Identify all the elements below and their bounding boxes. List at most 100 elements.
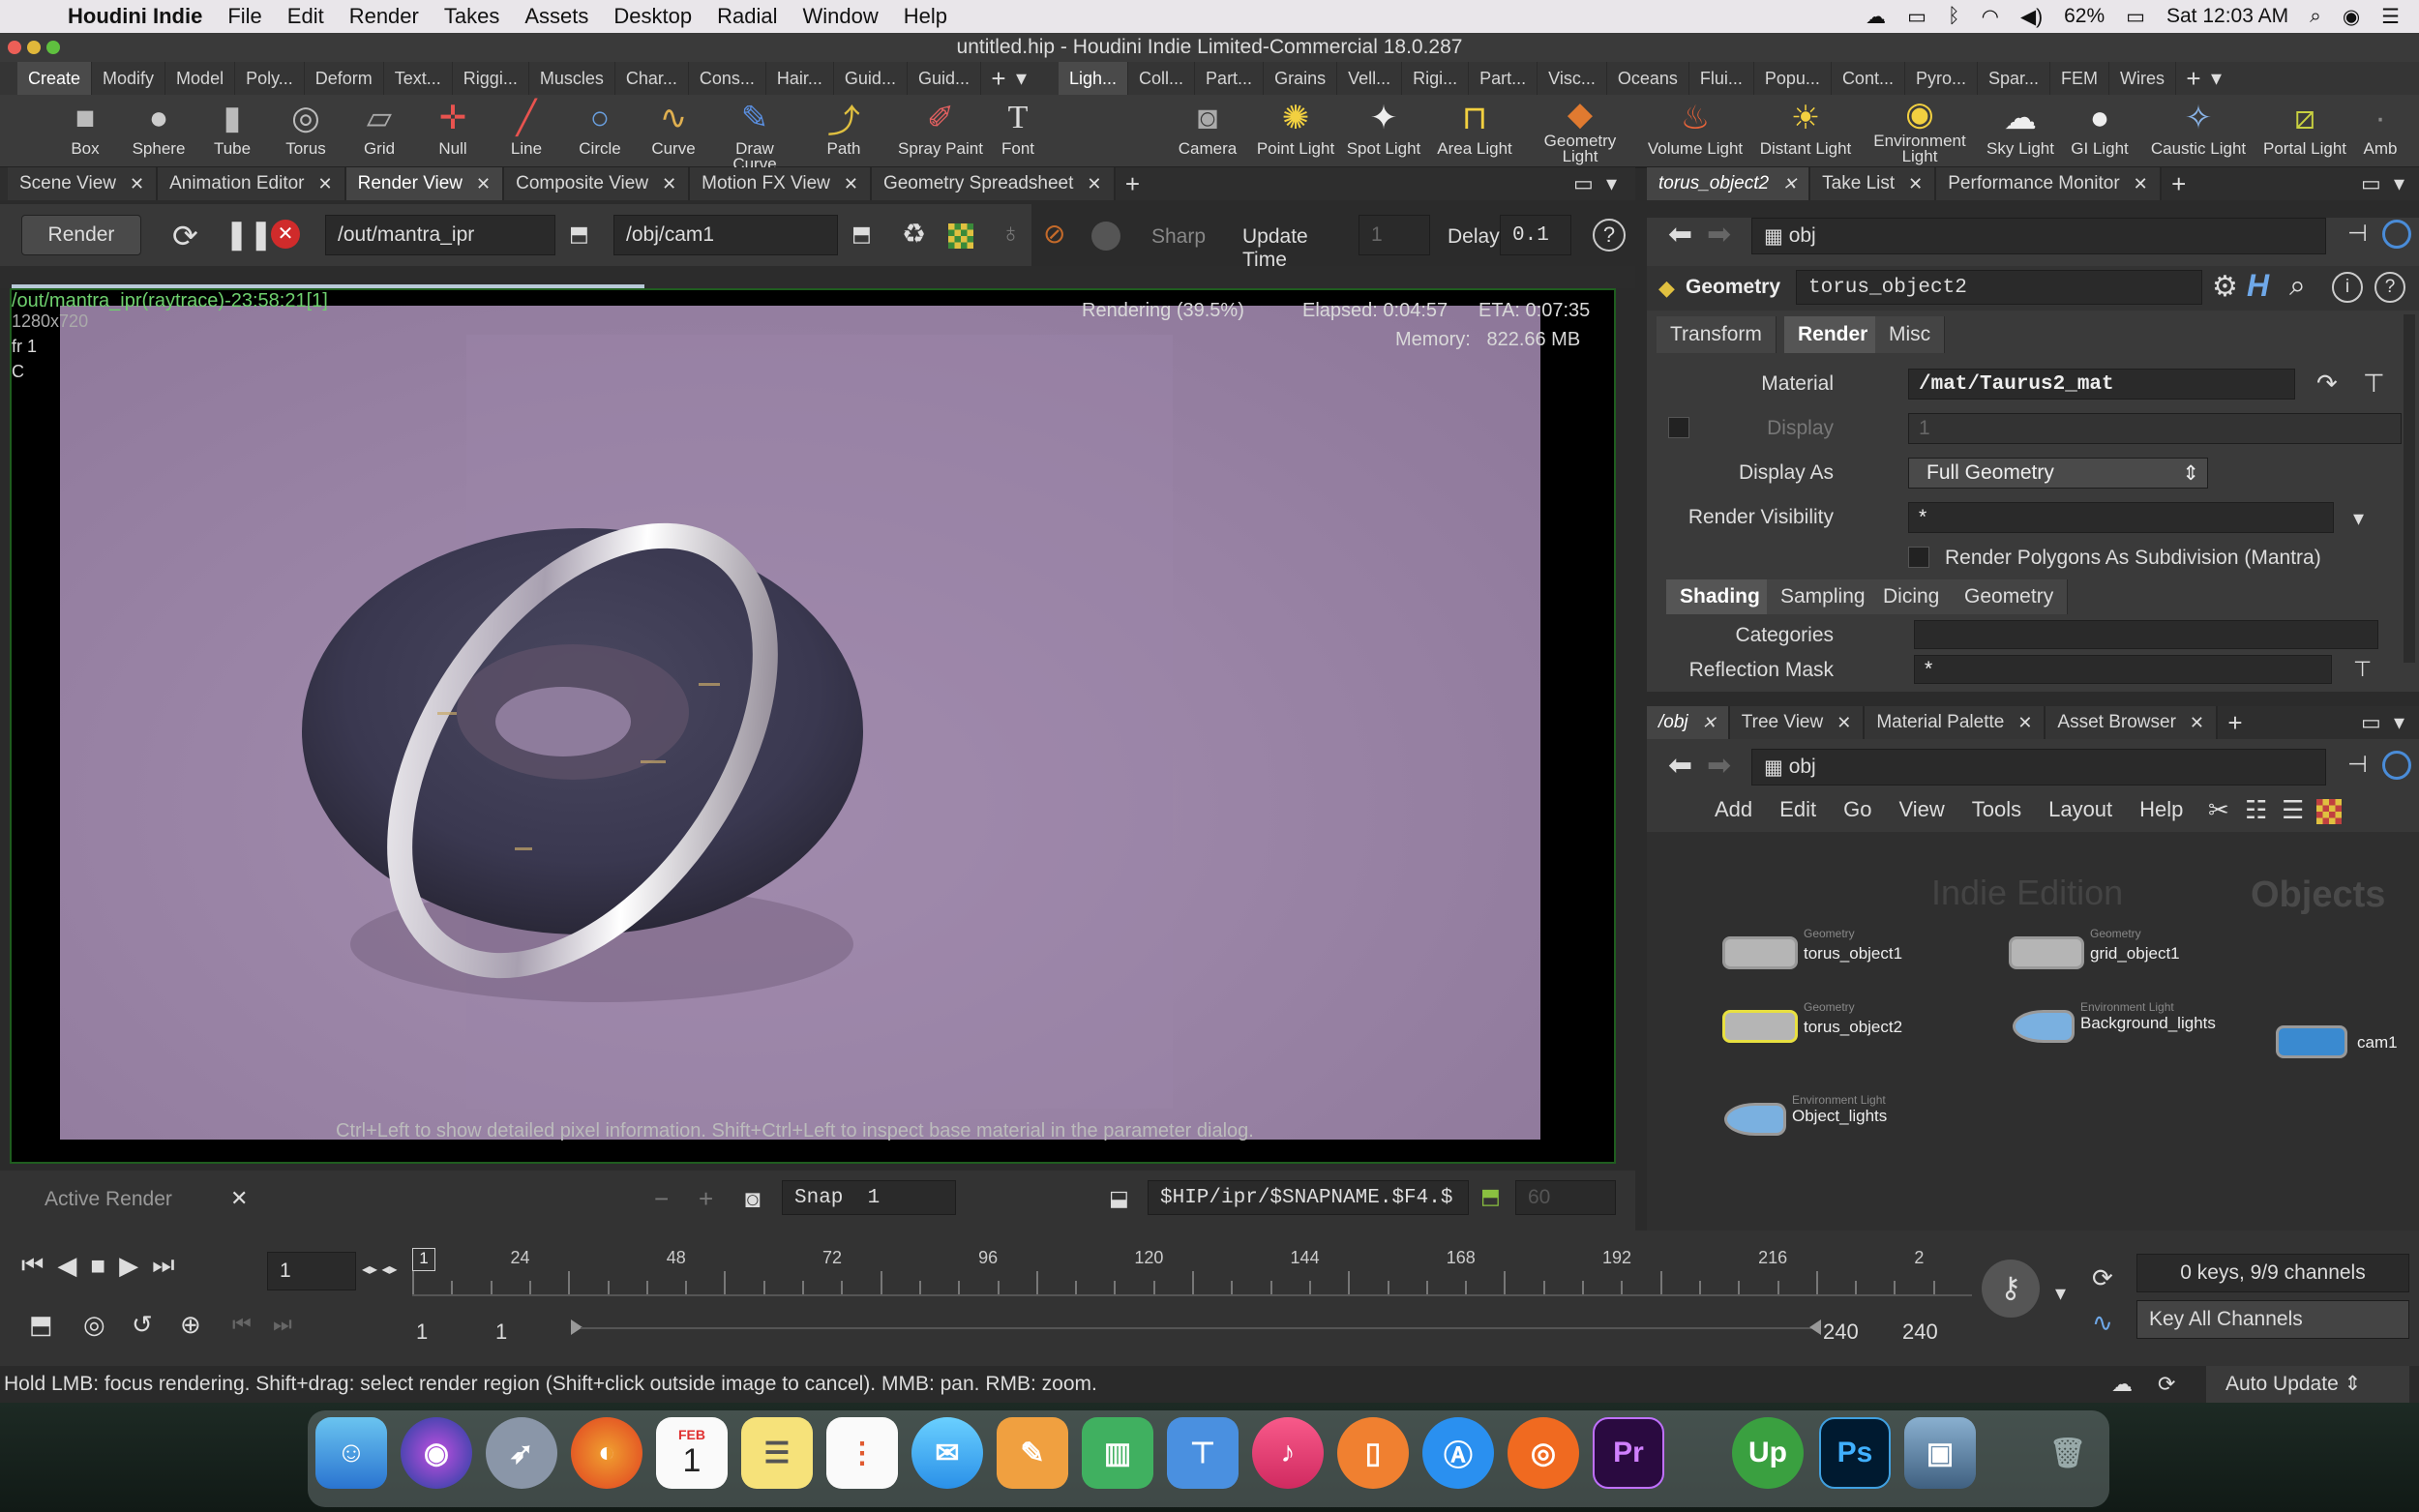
color-palette-icon[interactable] xyxy=(2316,799,2342,824)
tool-null[interactable]: ✛ Null xyxy=(414,95,492,168)
refresh-icon[interactable]: ⟳ xyxy=(172,218,198,254)
list-view-icon[interactable]: ☰ xyxy=(2282,795,2304,825)
shelf-tab-text[interactable]: Text... xyxy=(384,62,453,95)
range-start-field[interactable]: 1 xyxy=(416,1319,428,1345)
node-torus-object2[interactable]: Geometry torus_object2 xyxy=(1722,1000,1902,1043)
jump-to-end-icon[interactable]: ⏭ xyxy=(152,1250,174,1281)
close-tab-icon[interactable]: ✕ xyxy=(2017,706,2032,739)
tab-geometry-spreadsheet[interactable]: Geometry Spreadsheet ✕ xyxy=(871,167,1116,200)
firefox-icon[interactable]: ◐ xyxy=(571,1417,642,1489)
delay-field[interactable]: 0.1 xyxy=(1500,215,1571,255)
tool-volume-light[interactable]: ♨ Volume Light xyxy=(1645,95,1746,168)
close-tab-icon[interactable]: ✕ xyxy=(130,167,144,200)
tab-transform[interactable]: Transform xyxy=(1657,316,1777,353)
tab-animation-editor[interactable]: Animation Editor ✕ xyxy=(158,167,346,200)
close-tab-icon[interactable]: ✕ xyxy=(2134,167,2148,200)
maximize-pane-icon[interactable]: ▭ xyxy=(2361,171,2394,196)
preview-app-icon[interactable]: ▣ xyxy=(1904,1417,1976,1489)
network-menu-go[interactable]: Go xyxy=(1843,797,1871,822)
output-driver-field[interactable]: /out/mantra_ipr xyxy=(325,215,555,255)
shelf-tab-guid1[interactable]: Guid... xyxy=(834,62,908,95)
tool-sky-light[interactable]: ☁ Sky Light xyxy=(1982,95,2059,168)
render-viewport[interactable]: /out/mantra_ipr(raytrace)-23:58:21[1] 12… xyxy=(10,284,1616,1164)
node-help-icon[interactable]: ? xyxy=(2374,272,2405,303)
tab-asset-browser[interactable]: Asset Browser ✕ xyxy=(2046,706,2218,739)
shelf-tab-collisions[interactable]: Coll... xyxy=(1128,62,1196,95)
keys-status[interactable]: 0 keys, 9/9 channels xyxy=(2136,1254,2409,1292)
shelf-tab-grains[interactable]: Grains xyxy=(1264,62,1338,95)
premiere-pro-icon[interactable]: Pr xyxy=(1593,1417,1664,1489)
menu-radial[interactable]: Radial xyxy=(717,4,777,29)
play-reverse-icon[interactable]: ◀ xyxy=(57,1251,76,1281)
close-window-button[interactable] xyxy=(8,41,21,54)
network-menu-edit[interactable]: Edit xyxy=(1779,797,1816,822)
shelf-tab-lights[interactable]: Ligh... xyxy=(1058,62,1129,95)
tool-gi-light[interactable]: ● GI Light xyxy=(2061,95,2138,168)
shelf-tab-char[interactable]: Char... xyxy=(615,62,689,95)
realtime-toggle-icon[interactable]: ⬒ xyxy=(29,1310,53,1340)
tab-misc[interactable]: Misc xyxy=(1875,316,1946,353)
tab-scene-view[interactable]: Scene View ✕ xyxy=(8,167,159,200)
network-path-field[interactable]: ▦ obj xyxy=(1751,749,2326,786)
close-tab-icon[interactable]: ✕ xyxy=(1837,706,1851,739)
spotlight-search-icon[interactable]: ⌕ xyxy=(2310,5,2321,28)
music-icon[interactable]: ♪ xyxy=(1252,1417,1324,1489)
node-background-lights[interactable]: Environment Light Background_lights xyxy=(2013,1000,2216,1043)
close-tab-icon[interactable]: ✕ xyxy=(1087,167,1101,200)
close-tab-icon[interactable]: ✕ xyxy=(662,167,676,200)
menu-assets[interactable]: Assets xyxy=(524,4,588,29)
shelf-tab-oceans[interactable]: Oceans xyxy=(1607,62,1689,95)
node-torus-object1[interactable]: Geometry torus_object1 xyxy=(1722,927,1902,969)
tool-line[interactable]: ╱ Line xyxy=(488,95,565,168)
tool-font[interactable]: T Font xyxy=(979,95,1057,168)
tool-box[interactable]: ■ Box xyxy=(46,95,124,168)
tool-path[interactable]: ⤴ Path xyxy=(805,95,882,168)
menu-desktop[interactable]: Desktop xyxy=(613,4,692,29)
pause-icon[interactable]: ❚❚ xyxy=(224,218,273,252)
battery-icon[interactable]: ▭ xyxy=(2126,5,2145,29)
zoom-window-button[interactable] xyxy=(46,41,60,54)
menu-edit[interactable]: Edit xyxy=(287,4,324,29)
channel-icon[interactable]: ∿ xyxy=(2092,1308,2113,1338)
cloud-icon[interactable]: ☁ xyxy=(2111,1366,2133,1403)
snap-field[interactable]: Snap 1 xyxy=(782,1180,956,1215)
update-time-field[interactable]: 1 xyxy=(1359,215,1430,255)
back-arrow-icon[interactable]: ⬅ xyxy=(1668,749,1692,783)
shelf-tab-modify[interactable]: Modify xyxy=(92,62,166,95)
shelf-tab-container[interactable]: Cont... xyxy=(1832,62,1905,95)
shelf-tab-hair[interactable]: Hair... xyxy=(766,62,834,95)
preview-icon[interactable]: ♻ xyxy=(902,218,926,250)
houdini-help-icon[interactable]: H xyxy=(2247,268,2269,304)
link-icon[interactable] xyxy=(2382,220,2411,249)
messages-icon[interactable]: ✉ xyxy=(911,1417,983,1489)
display-checkbox[interactable] xyxy=(1668,417,1689,438)
tool-curve[interactable]: ∿ Curve xyxy=(635,95,712,168)
pane-menu-icon[interactable]: ▾ xyxy=(2394,171,2419,196)
tab-render[interactable]: Render xyxy=(1784,316,1883,353)
shelf-tab-poly[interactable]: Poly... xyxy=(235,62,305,95)
node-grid-object1[interactable]: Geometry grid_object1 xyxy=(2009,927,2180,969)
tab-tree-view[interactable]: Tree View ✕ xyxy=(1729,706,1866,739)
tool-torus[interactable]: ◎ Torus xyxy=(267,95,344,168)
houdini-icon[interactable]: ◎ xyxy=(1508,1417,1579,1489)
tool-area-light[interactable]: ⊓ Area Light xyxy=(1436,95,1513,168)
range-end-handle[interactable] xyxy=(1809,1319,1821,1335)
minus-icon[interactable]: − xyxy=(654,1184,669,1214)
clock[interactable]: Sat 12:03 AM xyxy=(2166,5,2288,28)
tool-environment-light[interactable]: ◉ Environment Light xyxy=(1871,95,1968,168)
menu-file[interactable]: File xyxy=(227,4,261,29)
pin-icon[interactable]: ⊣ xyxy=(2347,751,2368,779)
choose-operator-icon[interactable]: ⊤ xyxy=(2363,369,2385,399)
menu-takes[interactable]: Takes xyxy=(444,4,499,29)
tab-take-list[interactable]: Take List ✕ xyxy=(1810,167,1937,200)
calendar-icon[interactable]: FEB 1 xyxy=(656,1417,728,1489)
maximize-pane-icon[interactable]: ▭ xyxy=(1573,171,1606,196)
display-as-dropdown[interactable]: Full Geometry ⇕ xyxy=(1908,458,2208,489)
shelf-tab-muscles[interactable]: Muscles xyxy=(529,62,615,95)
tool-draw-curve[interactable]: ✎ Draw Curve xyxy=(716,95,793,172)
shelf-tab-fem[interactable]: FEM xyxy=(2050,62,2110,95)
notes-icon[interactable]: ☰ xyxy=(741,1417,813,1489)
clear-snapshot-icon[interactable]: ✕ xyxy=(230,1186,248,1211)
camera-select-icon[interactable]: ⬒ xyxy=(851,222,872,247)
tab-torus-object2[interactable]: torus_object2 ✕ xyxy=(1647,167,1811,200)
